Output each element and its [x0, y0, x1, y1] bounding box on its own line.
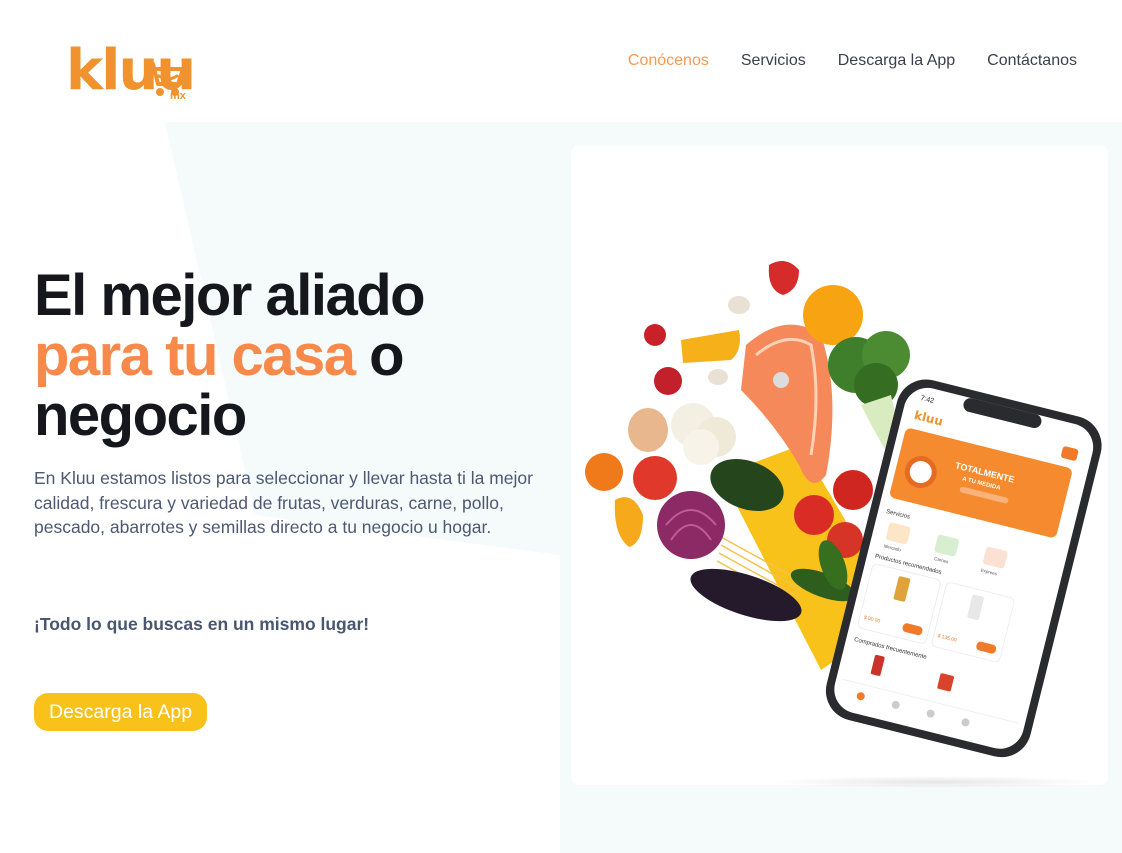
nav-item-conocenos[interactable]: Conócenos — [628, 50, 709, 72]
tomato-image — [633, 456, 677, 500]
hero-title-line1: El mejor aliado — [34, 263, 426, 328]
nav-item-servicios[interactable]: Servicios — [741, 50, 806, 72]
hero-tagline: ¡Todo lo que buscas en un mismo lugar! — [34, 614, 370, 634]
hero-title-line3: negocio — [34, 383, 247, 448]
download-app-button[interactable]: Descarga la App — [34, 693, 208, 731]
red-pepper-image — [768, 261, 799, 295]
yellow-pepper-bottom-image — [614, 497, 643, 547]
orange-image — [803, 285, 863, 345]
nav-item-descarga[interactable]: Descarga la App — [838, 50, 955, 72]
egg-image — [628, 408, 668, 452]
red-pepper-left-image — [654, 367, 682, 395]
cauliflower-image — [671, 403, 736, 465]
logo-suffix: mx — [170, 90, 186, 102]
tomato-right2-image — [833, 470, 873, 510]
hero-title: El mejor aliado para tu casa o negocio — [34, 263, 426, 448]
yellow-pepper-image — [681, 330, 740, 363]
quail-egg-image — [728, 296, 750, 314]
tomato-small-image — [585, 453, 623, 491]
brand-logo[interactable]: kluu mx — [66, 42, 196, 104]
nav-item-contactanos[interactable]: Contáctanos — [987, 50, 1077, 72]
tomato-right-image — [794, 495, 834, 535]
hero-title-accent: para tu casa — [34, 323, 356, 388]
quail-egg-2-image — [708, 369, 728, 385]
groceries-and-phone-illustration: 7:42 kluu TOTALMENTE A TU MEDIDA Servici… — [585, 261, 1102, 758]
phone-mockup: 7:42 kluu TOTALMENTE A TU MEDIDA Servici… — [825, 379, 1102, 758]
hero-title-line2-rest: o — [354, 323, 404, 388]
red-pepper-small-image — [644, 324, 666, 346]
main-nav: Conócenos Servicios Descarga la App Cont… — [628, 50, 1077, 72]
red-onion-image — [657, 491, 725, 559]
hero-description: En Kluu estamos listos para seleccionar … — [34, 468, 533, 537]
